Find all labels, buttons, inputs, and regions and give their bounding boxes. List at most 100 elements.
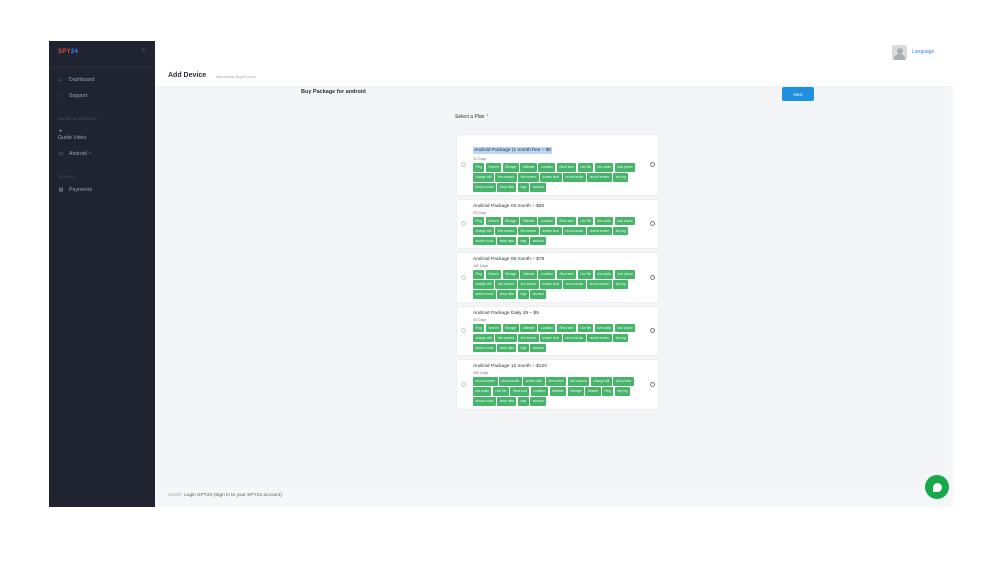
feature-tag: keep data [497, 343, 517, 352]
sidebar-item-guide-video[interactable]: ▸ Guide Video [58, 128, 86, 141]
feature-tag: screen shot [540, 226, 562, 235]
plan-duration: 93 Days [473, 210, 487, 215]
feature-tag: lock phone [614, 163, 636, 172]
footer-link[interactable]: Login SPY24 (Sign in to your SPY24 accou… [184, 493, 282, 498]
feature-tag: live audio [594, 216, 614, 225]
feature-tags: Ping Search Storage Ultimate Location Send sm… [473, 323, 651, 352]
plan-option[interactable]: Android Package (1 month free – $0 31 Day… [456, 134, 659, 196]
footer: 2020© Login SPY24 (Sign in to your SPY24 … [168, 493, 282, 498]
feature-tag: record screen [587, 333, 612, 342]
feature-tag: live audio [594, 323, 614, 332]
feature-tag: Live file [577, 216, 594, 225]
feature-tag: keep data [497, 236, 517, 245]
sidebar-item-dashboard[interactable]: ⌂ Dashboard [58, 77, 94, 83]
feature-tag: account [530, 397, 547, 406]
feature-tag: record audio [499, 377, 522, 386]
sidebar-item-payments[interactable]: ▤ Payments [58, 187, 92, 193]
plan-radio[interactable] [461, 381, 466, 387]
feature-tag: Location [538, 216, 556, 225]
info-icon[interactable] [650, 381, 655, 387]
feature-tag: Send sms [556, 163, 577, 172]
feature-tags: Ping Search Storage Ultimate Location Send sm… [473, 216, 651, 245]
info-icon[interactable] [650, 221, 655, 227]
feature-tag: lock phone [613, 377, 634, 386]
feature-tag: Ping [473, 216, 485, 225]
feature-tag: Ultimate [520, 163, 537, 172]
plan-name: Android Package 03 month – $50 [473, 203, 545, 209]
feature-tag: Live file [577, 270, 594, 279]
plan-radio[interactable] [461, 328, 466, 334]
feature-tag: logs [517, 290, 529, 299]
plan-option[interactable]: Android Package 06 month – $78 180 Days Pi… [456, 252, 659, 303]
feature-tag: live audio [594, 270, 614, 279]
plan-duration: 180 Days [473, 264, 489, 268]
feature-tag: Search [485, 163, 501, 172]
support-icon: ◌ [59, 93, 63, 99]
plan-duration: 31 Days [473, 157, 487, 161]
feature-tag: live screen [518, 173, 539, 182]
feature-tags: record screen record audio screen shot live… [473, 377, 651, 406]
android-icon: ▭ [58, 151, 64, 157]
logo[interactable]: SPY24 [58, 49, 78, 55]
divider [49, 67, 155, 68]
feature-tag: Ultimate [549, 387, 567, 396]
feature-tag: screen shot [540, 280, 562, 289]
sidebar-item-label: Dashboard [69, 77, 95, 83]
info-icon[interactable] [650, 162, 655, 168]
feature-tag: lock phone [614, 216, 636, 225]
sidebar: SPY24 ≡ ⌂ Dashboard ◌ Support GUIDE & UP… [49, 41, 155, 507]
sidebar-item-android[interactable]: ▭ Android ~ [58, 151, 92, 157]
sidebar-item-support[interactable]: ◌ Support [58, 93, 88, 99]
feature-tag: record audio [563, 173, 586, 182]
feature-tag: Ping [602, 387, 614, 396]
feature-tag: lock phone [614, 323, 636, 332]
page-subtitle: http://www.Spy24.com [216, 74, 256, 79]
feature-tag: live screen [546, 377, 567, 386]
feature-tag: change wifi [473, 226, 494, 235]
feature-tag: live audio [473, 387, 492, 396]
plan-option[interactable]: Android Package 12 month – $120 365 Days r… [456, 359, 659, 410]
feature-tag: Ping [473, 270, 485, 279]
feature-tag: keep data [497, 397, 517, 406]
feature-tag: account [530, 183, 547, 192]
feature-tag: record screen [587, 173, 612, 182]
info-icon[interactable] [650, 274, 655, 280]
topbar [155, 41, 953, 67]
avatar[interactable] [892, 45, 907, 60]
plan-radio[interactable] [461, 162, 466, 168]
feature-tag: Live file [492, 387, 509, 396]
feature-tag: Search [485, 270, 501, 279]
feature-tag: Location [538, 323, 556, 332]
feature-tag: record audio [563, 226, 586, 235]
next-button[interactable]: Next [782, 87, 814, 101]
feature-tag: Location [538, 270, 556, 279]
feature-tag: record screen [473, 377, 498, 386]
nav-section-guide: GUIDE & UPDATES [58, 116, 98, 121]
info-icon[interactable] [650, 328, 655, 334]
feature-tag: live camera [567, 377, 590, 386]
feature-tag: record audio [563, 280, 586, 289]
feature-tag: live camera [495, 226, 517, 235]
feature-tag: Ultimate [520, 216, 537, 225]
feature-tag: change wifi [590, 377, 612, 386]
feature-tag: record audio [563, 333, 586, 342]
chat-icon[interactable] [925, 475, 949, 499]
feature-tag: Send sms [556, 216, 577, 225]
plan-radio[interactable] [461, 274, 466, 280]
feature-tag: live screen [518, 333, 539, 342]
plan-option[interactable]: Android Package 03 month – $50 93 Days Pin… [456, 198, 659, 249]
plan-option[interactable]: Android Package Daily 45 – $5 45 Days Ping… [456, 305, 659, 356]
language-link[interactable]: Language [912, 49, 934, 55]
feature-tag: Live file [577, 323, 594, 332]
plan-radio[interactable] [461, 221, 466, 227]
feature-tag: keep data [497, 183, 517, 192]
feature-tag: logs [517, 236, 529, 245]
feature-tag: Storage [502, 163, 519, 172]
feature-tag: account [530, 290, 547, 299]
feature-tags: Ping Search Storage Ultimate Location Send sm… [473, 163, 651, 192]
page-header [155, 67, 953, 87]
feature-tag: keep data [497, 290, 517, 299]
menu-icon[interactable]: ≡ [141, 48, 145, 54]
home-icon: ⌂ [59, 77, 63, 83]
feature-tag: lock phone [614, 270, 636, 279]
